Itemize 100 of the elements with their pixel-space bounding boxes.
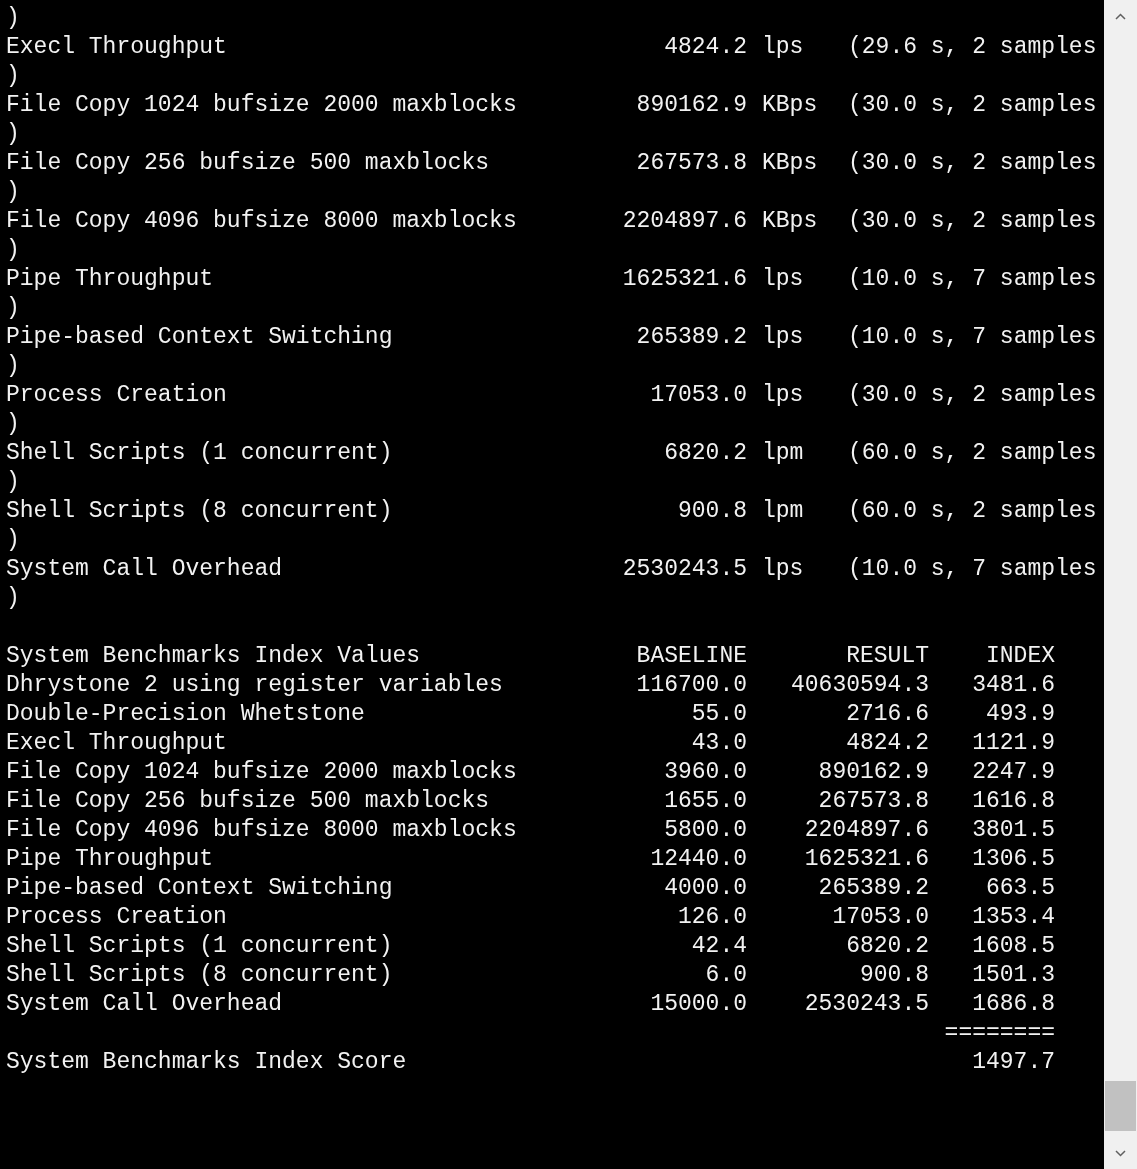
scrollbar-thumb[interactable] [1105,1081,1136,1131]
benchmark-value: 6820.2 [663,439,747,468]
benchmark-detail: (29.6 s, 2 samples [848,33,1097,62]
terminal-line: ) [6,294,20,323]
table-cell-text: Process Creation [6,903,228,932]
benchmark-value: 1625321.6 [621,265,747,294]
scroll-down-icon[interactable] [1115,1150,1126,1157]
benchmark-detail: (30.0 s, 2 samples [848,381,1097,410]
terminal-line: ) [6,120,20,149]
benchmark-value: 4824.2 [663,33,747,62]
benchmark-name: File Copy 256 bufsize 500 maxblocks [6,149,491,178]
table-cell-text: Execl Throughput [6,729,228,758]
table-cell-text: Pipe-based Context Switching [6,874,394,903]
table-title: System Benchmarks Index Values [6,642,422,671]
score-value: 1497.7 [971,1048,1055,1077]
benchmark-detail: (10.0 s, 7 samples [848,265,1097,294]
terminal-line: ) [6,178,20,207]
benchmark-value: 267573.8 [635,149,747,178]
table-cell-text: Shell Scripts (8 concurrent) [6,961,394,990]
table-cell-text: 116700.0 [635,671,747,700]
table-cell-text: 1625321.6 [803,845,929,874]
table-cell-text: 17053.0 [831,903,929,932]
table-cell-text: 3960.0 [663,758,747,787]
benchmark-name: File Copy 1024 bufsize 2000 maxblocks [6,91,518,120]
benchmark-value: 900.8 [677,497,747,526]
table-cell-text: System Call Overhead [6,990,284,1019]
benchmark-value: 890162.9 [635,91,747,120]
benchmark-detail: (10.0 s, 7 samples [848,323,1097,352]
benchmark-name: Shell Scripts (1 concurrent) [6,439,394,468]
table-cell-text: 1353.4 [971,903,1055,932]
table-cell-text: 1616.8 [971,787,1055,816]
benchmark-name: System Call Overhead [6,555,284,584]
table-cell-text: File Copy 4096 bufsize 8000 maxblocks [6,816,518,845]
table-cell-text: Shell Scripts (1 concurrent) [6,932,394,961]
benchmark-name: Pipe-based Context Switching [6,323,394,352]
terminal-line: ) [6,526,20,555]
table-cell-text: 1501.3 [971,961,1055,990]
table-cell-text: 1608.5 [971,932,1055,961]
table-cell-text: 2247.9 [971,758,1055,787]
table-cell-text: 6.0 [704,961,747,990]
table-cell-text: 4000.0 [663,874,747,903]
benchmark-detail: (30.0 s, 2 samples [848,91,1097,120]
table-cell-text: 1655.0 [663,787,747,816]
terminal-line: ) [6,410,20,439]
table-cell-text: File Copy 256 bufsize 500 maxblocks [6,787,491,816]
table-cell-text: Double-Precision Whetstone [6,700,366,729]
benchmark-name: Shell Scripts (8 concurrent) [6,497,394,526]
table-cell-text: 663.5 [985,874,1055,903]
table-cell-text: 1306.5 [971,845,1055,874]
table-cell-text: 265389.2 [817,874,929,903]
benchmark-unit: lps [762,555,805,584]
benchmark-name: Pipe Throughput [6,265,215,294]
table-cell-text: 6820.2 [845,932,929,961]
benchmark-detail: (30.0 s, 2 samples [848,149,1097,178]
table-cell-text: 2204897.6 [803,816,929,845]
terminal-line: ) [6,468,20,497]
table-cell-text: 2716.6 [845,700,929,729]
table-cell-text: 1121.9 [971,729,1055,758]
benchmark-unit: lpm [762,497,805,526]
benchmark-name: File Copy 4096 bufsize 8000 maxblocks [6,207,518,236]
benchmark-name: Execl Throughput [6,33,228,62]
table-cell-text: 4824.2 [845,729,929,758]
benchmark-value: 265389.2 [635,323,747,352]
column-header: BASELINE [635,642,747,671]
table-cell-text: 126.0 [677,903,747,932]
benchmark-unit: KBps [762,91,819,120]
table-cell-text: 3481.6 [971,671,1055,700]
table-cell-text: 40630594.3 [789,671,929,700]
column-header: RESULT [845,642,929,671]
scroll-up-icon[interactable] [1115,13,1126,20]
column-header: INDEX [985,642,1055,671]
benchmark-unit: KBps [762,149,819,178]
benchmark-detail: (60.0 s, 2 samples [848,497,1097,526]
benchmark-detail: (30.0 s, 2 samples [848,207,1097,236]
terminal-line: ) [6,4,20,33]
table-cell-text: Dhrystone 2 using register variables [6,671,504,700]
table-cell-text: 15000.0 [649,990,747,1019]
benchmark-unit: lpm [762,439,805,468]
table-cell-text: File Copy 1024 bufsize 2000 maxblocks [6,758,518,787]
score-label: System Benchmarks Index Score [6,1048,408,1077]
table-cell-text: 2530243.5 [803,990,929,1019]
terminal-line: ) [6,236,20,265]
benchmark-detail: (10.0 s, 7 samples [848,555,1097,584]
benchmark-unit: lps [762,381,805,410]
benchmark-value: 2530243.5 [621,555,747,584]
table-cell-text: 42.4 [690,932,747,961]
benchmark-value: 2204897.6 [621,207,747,236]
terminal-line: ) [6,62,20,91]
scrollbar[interactable] [1104,0,1137,1169]
table-cell-text: 55.0 [690,700,747,729]
benchmark-unit: lps [762,265,805,294]
benchmark-value: 17053.0 [649,381,747,410]
table-cell-text: 3801.5 [971,816,1055,845]
table-cell-text: 890162.9 [817,758,929,787]
table-cell-text: Pipe Throughput [6,845,215,874]
benchmark-name: Process Creation [6,381,228,410]
table-cell-text: 43.0 [690,729,747,758]
terminal-line: ) [6,352,20,381]
benchmark-unit: lps [762,323,805,352]
table-cell-text: 12440.0 [649,845,747,874]
